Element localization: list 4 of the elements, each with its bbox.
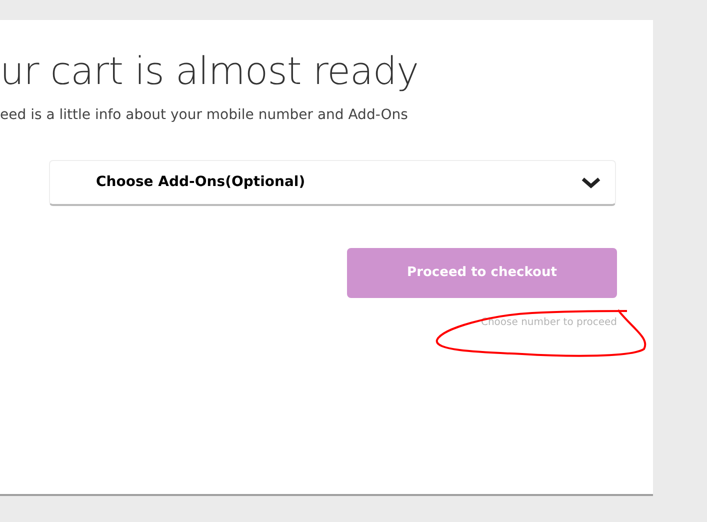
- addons-dropdown[interactable]: Choose Add-Ons(Optional): [49, 160, 616, 206]
- chevron-icon: [581, 176, 601, 188]
- page-heading: ur cart is almost ready: [0, 48, 418, 94]
- subtitle: eed is a little info about your mobile number and Add-Ons: [0, 106, 408, 124]
